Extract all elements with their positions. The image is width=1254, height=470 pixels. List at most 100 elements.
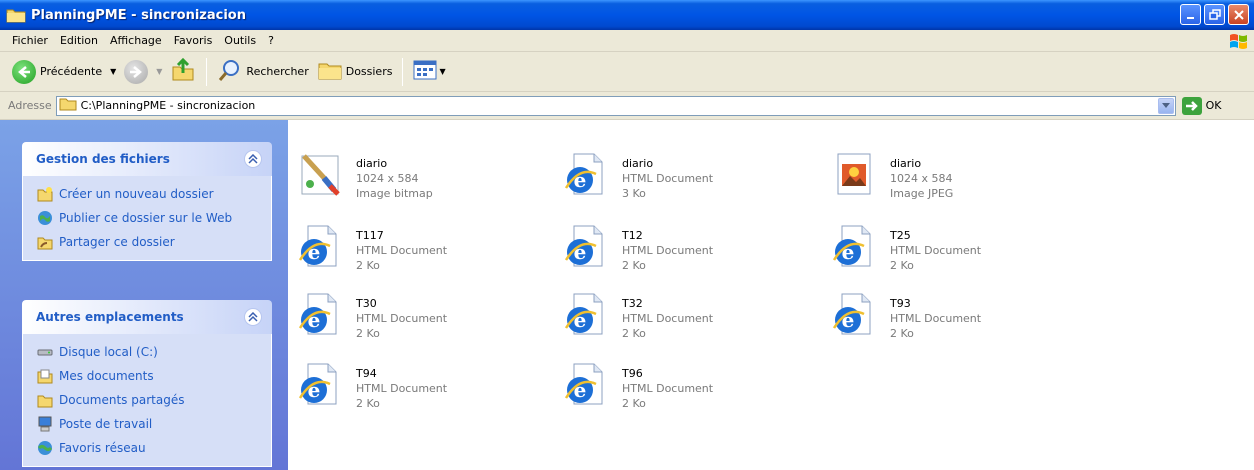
collapse-icon[interactable] — [244, 150, 262, 168]
file-type: HTML Document — [622, 312, 714, 325]
file-tasks-body: Créer un nouveau dossier Publier ce doss… — [22, 176, 272, 261]
folder-up-icon — [170, 57, 196, 86]
collapse-icon[interactable] — [244, 308, 262, 326]
file-size: 1024 x 584 — [356, 172, 419, 185]
address-label: Adresse — [8, 99, 52, 112]
search-icon — [217, 57, 243, 86]
menu-favoris[interactable]: Favoris — [168, 34, 219, 47]
close-button[interactable] — [1228, 4, 1249, 25]
toolbar-separator — [402, 57, 404, 86]
place-shared-documents[interactable]: Documents partagés — [37, 388, 271, 412]
task-publish-web[interactable]: Publier ce dossier sur le Web — [37, 206, 271, 230]
file-name: T30 — [356, 297, 377, 310]
file-type: HTML Document — [356, 312, 448, 325]
address-dropdown-button[interactable] — [1157, 97, 1174, 114]
file-item[interactable]: e T12 HTML Document 2 Ko — [562, 222, 812, 288]
globe-icon — [37, 210, 53, 226]
file-name: T96 — [622, 367, 643, 380]
menu-edition[interactable]: Edition — [54, 34, 104, 47]
file-item[interactable]: e T117 HTML Document 2 Ko — [296, 222, 546, 288]
file-name: T93 — [890, 297, 911, 310]
hard-disk-icon — [37, 344, 53, 360]
file-size: 2 Ko — [356, 397, 380, 410]
chevron-down-icon[interactable]: ▼ — [439, 67, 445, 76]
address-input[interactable]: C:\PlanningPME - sincronizacion — [55, 95, 1176, 116]
title-bar[interactable]: PlanningPME - sincronizacion — [0, 0, 1254, 30]
folder-icon — [59, 97, 77, 114]
file-type: HTML Document — [890, 244, 982, 257]
file-type: Image bitmap — [356, 187, 433, 200]
file-name: diario — [356, 157, 388, 170]
file-item[interactable]: e T30 HTML Document 2 Ko — [296, 290, 546, 356]
file-item[interactable]: e T96 HTML Document 2 Ko — [562, 360, 812, 426]
menu-affichage[interactable]: Affichage — [104, 34, 168, 47]
folders-button[interactable]: Dossiers — [313, 56, 397, 88]
file-name: T25 — [890, 229, 911, 242]
file-name: diario — [622, 157, 654, 170]
ie-html-icon: e — [562, 222, 610, 270]
ie-html-icon: e — [562, 360, 610, 408]
file-item[interactable]: e diario HTML Document 3 Ko — [562, 150, 812, 216]
go-label: OK — [1205, 99, 1222, 112]
new-folder-icon — [37, 186, 53, 202]
file-type: HTML Document — [356, 244, 448, 257]
menu-bar: Fichier Edition Affichage Favoris Outils… — [0, 30, 1254, 52]
up-folder-button[interactable] — [166, 56, 200, 88]
documents-folder-icon — [37, 368, 53, 384]
place-my-computer[interactable]: Poste de travail — [37, 412, 271, 436]
menu-help[interactable]: ? — [262, 34, 280, 47]
file-tasks-header[interactable]: Gestion des fichiers — [22, 142, 272, 176]
back-button[interactable]: Précédente ▼ — [8, 56, 120, 88]
ie-html-icon: e — [562, 290, 610, 338]
restore-button[interactable] — [1204, 4, 1225, 25]
menu-outils[interactable]: Outils — [218, 34, 262, 47]
back-arrow-icon — [12, 59, 36, 84]
file-size: 2 Ko — [890, 259, 914, 272]
file-item[interactable]: e T94 HTML Document 2 Ko — [296, 360, 546, 426]
folder-icon — [37, 392, 53, 408]
computer-icon — [37, 416, 53, 432]
chevron-down-icon[interactable]: ▼ — [156, 67, 162, 76]
task-label: Mes documents — [59, 369, 154, 383]
menu-fichier[interactable]: Fichier — [6, 34, 54, 47]
toolbar: Précédente ▼ ▼ Rechercher Dossiers ▼ — [0, 52, 1254, 92]
file-item[interactable]: diario 1024 x 584 Image JPEG — [830, 150, 1080, 216]
network-globe-icon — [37, 440, 53, 456]
file-size: 2 Ko — [356, 327, 380, 340]
paint-icon — [296, 150, 344, 198]
toolbar-separator — [206, 57, 208, 86]
place-my-documents[interactable]: Mes documents — [37, 364, 271, 388]
file-item[interactable]: diario 1024 x 584 Image bitmap — [296, 150, 546, 216]
other-places-header[interactable]: Autres emplacements — [22, 300, 272, 334]
windows-logo-icon — [1228, 32, 1250, 50]
task-share-folder[interactable]: Partager ce dossier — [37, 230, 271, 254]
search-label: Rechercher — [246, 65, 309, 78]
file-size: 3 Ko — [622, 187, 646, 200]
task-new-folder[interactable]: Créer un nouveau dossier — [37, 182, 271, 206]
views-icon — [413, 60, 437, 83]
go-button[interactable]: OK — [1181, 96, 1222, 115]
task-label: Documents partagés — [59, 393, 185, 407]
back-label: Précédente — [40, 65, 103, 78]
place-local-disk[interactable]: Disque local (C:) — [37, 340, 271, 364]
file-item[interactable]: e T32 HTML Document 2 Ko — [562, 290, 812, 356]
views-button[interactable]: ▼ — [409, 56, 449, 88]
file-item[interactable]: e T93 HTML Document 2 Ko — [830, 290, 1080, 356]
search-button[interactable]: Rechercher — [213, 56, 312, 88]
forward-button[interactable]: ▼ — [120, 56, 166, 88]
file-item[interactable]: e T25 HTML Document 2 Ko — [830, 222, 1080, 288]
ie-html-icon: e — [830, 222, 878, 270]
jpeg-icon — [830, 150, 878, 198]
go-arrow-icon — [1181, 96, 1202, 115]
panel-title: Gestion des fichiers — [36, 152, 170, 166]
file-type: HTML Document — [622, 382, 714, 395]
chevron-down-icon[interactable]: ▼ — [110, 67, 116, 76]
minimize-button[interactable] — [1180, 4, 1201, 25]
place-network[interactable]: Favoris réseau — [37, 436, 271, 460]
file-name: T32 — [622, 297, 643, 310]
task-pane: Gestion des fichiers Créer un nouveau do… — [0, 120, 288, 470]
window-title: PlanningPME - sincronizacion — [31, 7, 246, 23]
task-label: Disque local (C:) — [59, 345, 158, 359]
file-size: 2 Ko — [622, 327, 646, 340]
folder-icon — [6, 7, 26, 23]
